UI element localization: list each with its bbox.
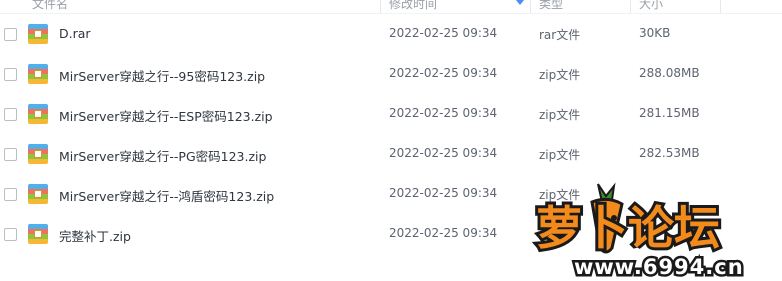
file-modified: 2022-02-25 09:34 xyxy=(389,66,498,80)
file-name[interactable]: MirServer穿越之行--鸿盾密码123.zip xyxy=(59,186,274,205)
file-type: rar文件 xyxy=(539,28,581,42)
archive-file-icon xyxy=(28,104,48,124)
file-row[interactable]: D.rar 2022-02-25 09:34 rar文件 30KB xyxy=(0,15,782,55)
row-checkbox[interactable] xyxy=(4,108,17,121)
file-name[interactable]: 完整补丁.zip xyxy=(59,226,131,245)
archive-file-icon xyxy=(28,24,48,44)
file-modified: 2022-02-25 09:34 xyxy=(389,146,498,160)
column-divider xyxy=(630,0,631,13)
file-type: zip文件 xyxy=(539,68,581,82)
archive-file-icon xyxy=(28,144,48,164)
watermark-logo-text: 萝卜论坛 xyxy=(536,201,720,255)
column-header-type[interactable]: 类型 xyxy=(539,0,563,13)
column-divider xyxy=(720,0,721,13)
row-checkbox[interactable] xyxy=(4,148,17,161)
file-name[interactable]: MirServer穿越之行--95密码123.zip xyxy=(59,66,265,85)
file-name[interactable]: MirServer穿越之行--PG密码123.zip xyxy=(59,146,266,165)
archive-file-icon xyxy=(28,184,48,204)
archive-file-icon xyxy=(28,64,48,84)
column-divider xyxy=(530,0,531,13)
file-size: 30KB xyxy=(639,26,671,40)
column-divider xyxy=(380,0,381,13)
archive-file-icon xyxy=(28,224,48,244)
sort-descending-icon[interactable] xyxy=(516,0,524,5)
file-row[interactable]: MirServer穿越之行--95密码123.zip 2022-02-25 09… xyxy=(0,55,782,95)
file-size: 288.08MB xyxy=(639,66,700,80)
file-modified: 2022-02-25 09:34 xyxy=(389,226,498,240)
row-checkbox[interactable] xyxy=(4,228,17,241)
file-modified: 2022-02-25 09:34 xyxy=(389,26,498,40)
file-row[interactable]: MirServer穿越之行--ESP密码123.zip 2022-02-25 0… xyxy=(0,95,782,135)
row-checkbox[interactable] xyxy=(4,68,17,81)
row-checkbox[interactable] xyxy=(4,188,17,201)
file-size: 281.15MB xyxy=(639,106,700,120)
file-type: zip文件 xyxy=(539,108,581,122)
site-watermark-logo: 萝卜论坛 www.6994.cn xyxy=(533,182,745,281)
row-checkbox[interactable] xyxy=(4,28,17,41)
file-list-header: 文件名 修改时间 类型 大小 xyxy=(0,0,782,14)
file-size: 282.53MB xyxy=(639,146,700,160)
file-name[interactable]: MirServer穿越之行--ESP密码123.zip xyxy=(59,106,273,125)
file-row[interactable]: MirServer穿越之行--PG密码123.zip 2022-02-25 09… xyxy=(0,135,782,175)
watermark-url-text: www.6994.cn xyxy=(574,255,744,279)
column-header-size[interactable]: 大小 xyxy=(639,0,663,13)
file-name[interactable]: D.rar xyxy=(59,26,91,41)
file-modified: 2022-02-25 09:34 xyxy=(389,106,498,120)
column-header-name[interactable]: 文件名 xyxy=(32,0,68,13)
file-modified: 2022-02-25 09:34 xyxy=(389,186,498,200)
column-header-modified[interactable]: 修改时间 xyxy=(389,0,437,13)
file-type: zip文件 xyxy=(539,148,581,162)
